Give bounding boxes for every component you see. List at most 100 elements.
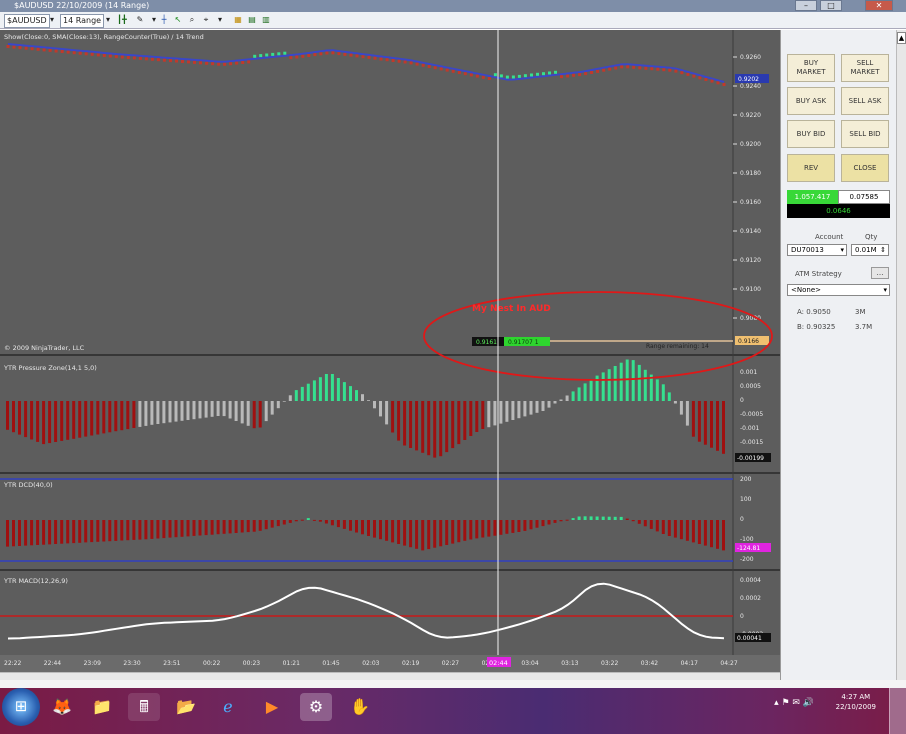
dcd-bar <box>451 520 455 544</box>
maximize-button[interactable]: □ <box>820 0 842 11</box>
dcd-tick-label: 100 <box>740 496 752 503</box>
interval-selector[interactable]: 14 Range <box>60 14 105 28</box>
show-desktop-button[interactable] <box>889 688 906 734</box>
price-bar <box>169 59 172 63</box>
media-player-icon[interactable]: ▶ <box>256 693 288 721</box>
start-button[interactable]: ⊞ <box>2 688 40 726</box>
price-bar <box>175 59 178 63</box>
quantity-stepper[interactable]: 0.01M ⇕ <box>851 244 889 256</box>
quote-ask-size: 3M <box>855 308 866 316</box>
dcd-bar <box>619 516 623 520</box>
price-bar <box>349 53 353 57</box>
price-bar <box>54 49 58 53</box>
dcd-bar <box>691 520 695 543</box>
taskbar-clock[interactable]: 4:27 AM 22/10/2009 <box>836 692 876 712</box>
dcd-bar <box>685 520 689 541</box>
folder-icon[interactable]: 📂 <box>170 693 202 721</box>
price-bar <box>433 66 437 70</box>
sell-market-button[interactable]: SELL MARKET <box>841 54 889 82</box>
dcd-bar <box>565 519 569 521</box>
vertical-scrollbar[interactable]: ▲ <box>896 30 906 680</box>
tools-icon[interactable]: ┼ <box>158 14 170 26</box>
pointer-icon[interactable]: ↖ <box>172 14 184 26</box>
price-bar <box>229 62 233 66</box>
minimize-button[interactable]: – <box>795 0 817 11</box>
scroll-up-arrow-icon[interactable]: ▲ <box>897 32 906 44</box>
sell-ask-button[interactable]: SELL ASK <box>841 87 889 115</box>
pressure-bar <box>234 401 238 421</box>
calculator-icon[interactable]: 🖩 <box>128 693 160 721</box>
file-explorer-icon[interactable]: 📁 <box>86 693 118 721</box>
dcd-bar <box>505 520 509 534</box>
dcd-bar <box>667 520 671 536</box>
buy-ask-button[interactable]: BUY ASK <box>787 87 835 115</box>
pressure-bar <box>433 401 437 458</box>
firefox-icon[interactable]: 🦊 <box>46 693 78 721</box>
price-bar <box>698 76 702 80</box>
dcd-bar <box>439 520 443 547</box>
atm-strategy-value: <None> <box>791 286 821 294</box>
sell-bid-button[interactable]: SELL BID <box>841 120 889 148</box>
copyright-text: © 2009 NinjaTrader, LLC <box>4 344 85 352</box>
dcd-bar <box>463 520 467 541</box>
system-tray-icons[interactable]: ▴ ⚑ ✉ 🔊 <box>774 698 814 708</box>
pressure-bar <box>577 387 581 401</box>
macd-tick-label: 0 <box>740 613 744 620</box>
price-bar <box>566 74 570 78</box>
buy-market-label: BUY MARKET <box>796 59 826 76</box>
reverse-button[interactable]: REV <box>787 154 835 182</box>
buy-bid-button[interactable]: BUY BID <box>787 120 835 148</box>
time-tick-label: 04:17 <box>681 660 698 667</box>
price-bar <box>379 57 383 61</box>
dcd-bar <box>288 520 292 523</box>
spin-icon: ⇕ <box>880 246 886 254</box>
chevron-down-icon[interactable]: ▾ <box>102 14 114 26</box>
price-bar <box>439 67 443 71</box>
price-bar <box>710 79 714 83</box>
pressure-bar <box>493 401 497 426</box>
price-bar <box>108 54 112 58</box>
pressure-bar <box>565 395 569 401</box>
dcd-bar <box>403 520 407 546</box>
draw-pen-icon[interactable]: ✎ <box>134 14 146 26</box>
atm-options-button[interactable]: … <box>871 267 889 279</box>
ninjatrader-icon[interactable]: ⚙ <box>300 693 332 721</box>
crosshair-icon[interactable]: ⌖ <box>200 14 212 26</box>
chart-canvas[interactable]: 0.9260 0.9240 0.9220 0.9200 0.9180 0.9160 0.91… <box>0 30 780 672</box>
pressure-bar <box>571 391 575 401</box>
close-button[interactable]: ✕ <box>865 0 893 11</box>
price-bar <box>674 69 678 73</box>
pressure-tick-label: -0.0015 <box>740 439 763 446</box>
pressure-bar <box>174 401 178 422</box>
magnifier-icon[interactable]: ⌕ <box>186 14 198 26</box>
bar-type-icon[interactable]: ┃╋ <box>116 14 128 26</box>
price-bar <box>680 71 684 75</box>
dcd-bar <box>90 520 94 543</box>
chart-area[interactable]: 0.9260 0.9240 0.9220 0.9200 0.9180 0.9160 0.91… <box>0 30 780 680</box>
chevron-down-icon[interactable]: ▾ <box>46 14 58 26</box>
pressure-bar <box>589 379 593 401</box>
horizontal-scrollbar[interactable] <box>0 672 780 680</box>
dcd-bar <box>367 520 370 536</box>
strategies-icon[interactable]: ▥ <box>260 14 272 26</box>
buy-market-button[interactable]: BUY MARKET <box>787 54 835 82</box>
price-bar <box>199 61 202 65</box>
app-hand-icon[interactable]: ✋ <box>344 693 376 721</box>
dcd-bar <box>475 520 479 539</box>
price-bar <box>451 69 455 73</box>
dcd-bar <box>547 520 551 525</box>
price-bar <box>96 53 100 57</box>
dcd-bar <box>6 520 9 547</box>
internet-explorer-icon[interactable]: ℯ <box>212 693 244 721</box>
dcd-bar <box>198 520 202 536</box>
close-position-button[interactable]: CLOSE <box>841 154 889 182</box>
atm-strategy-select[interactable]: <None> ▾ <box>787 284 890 296</box>
account-select[interactable]: DU70013 ▾ <box>787 244 847 256</box>
price-bar <box>60 50 64 53</box>
instrument-selector[interactable]: $AUDUSD <box>4 14 50 28</box>
dcd-bar <box>361 520 364 535</box>
properties-icon[interactable]: ▦ <box>232 14 244 26</box>
indicators-icon[interactable]: ▤ <box>246 14 258 26</box>
chevron-down-icon[interactable]: ▾ <box>214 14 226 26</box>
price-bar <box>241 61 245 64</box>
